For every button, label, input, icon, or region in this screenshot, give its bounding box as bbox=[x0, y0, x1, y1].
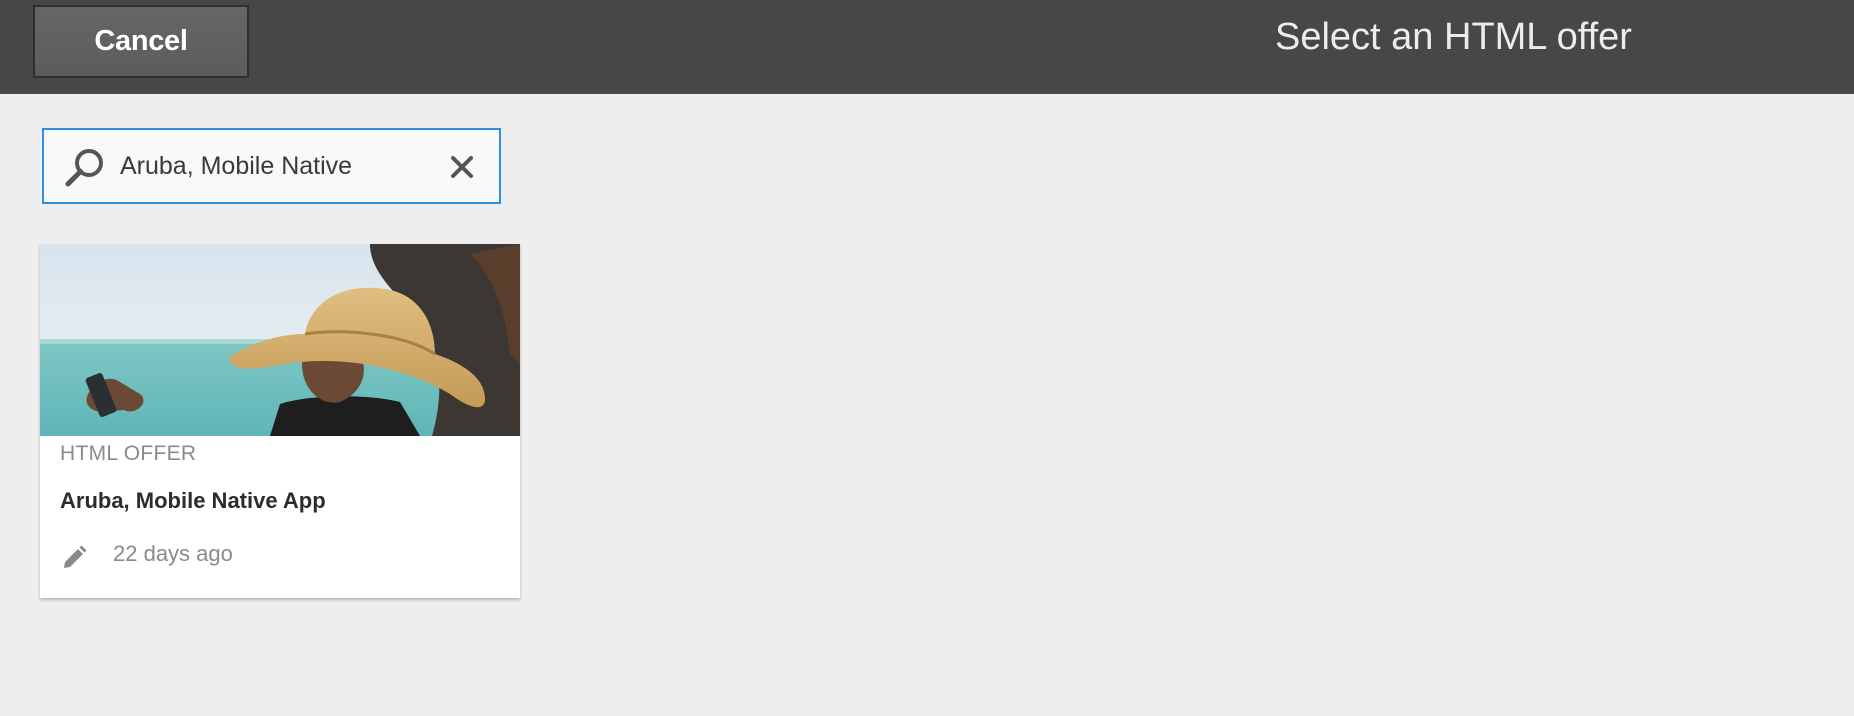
pencil-icon bbox=[64, 545, 87, 568]
page-title: Select an HTML offer bbox=[1275, 16, 1632, 58]
offer-type-label: HTML OFFER bbox=[60, 442, 197, 465]
close-icon[interactable] bbox=[447, 152, 477, 182]
search-field[interactable] bbox=[42, 128, 501, 204]
cancel-button[interactable]: Cancel bbox=[33, 5, 249, 78]
search-input[interactable] bbox=[120, 144, 420, 188]
offer-thumbnail bbox=[40, 244, 520, 436]
search-icon bbox=[65, 149, 103, 187]
top-bar: Cancel Select an HTML offer bbox=[0, 0, 1854, 94]
offer-card[interactable]: HTML OFFER Aruba, Mobile Native App 22 d… bbox=[40, 244, 520, 598]
offer-title: Aruba, Mobile Native App bbox=[60, 488, 326, 513]
modified-time: 22 days ago bbox=[113, 541, 233, 566]
